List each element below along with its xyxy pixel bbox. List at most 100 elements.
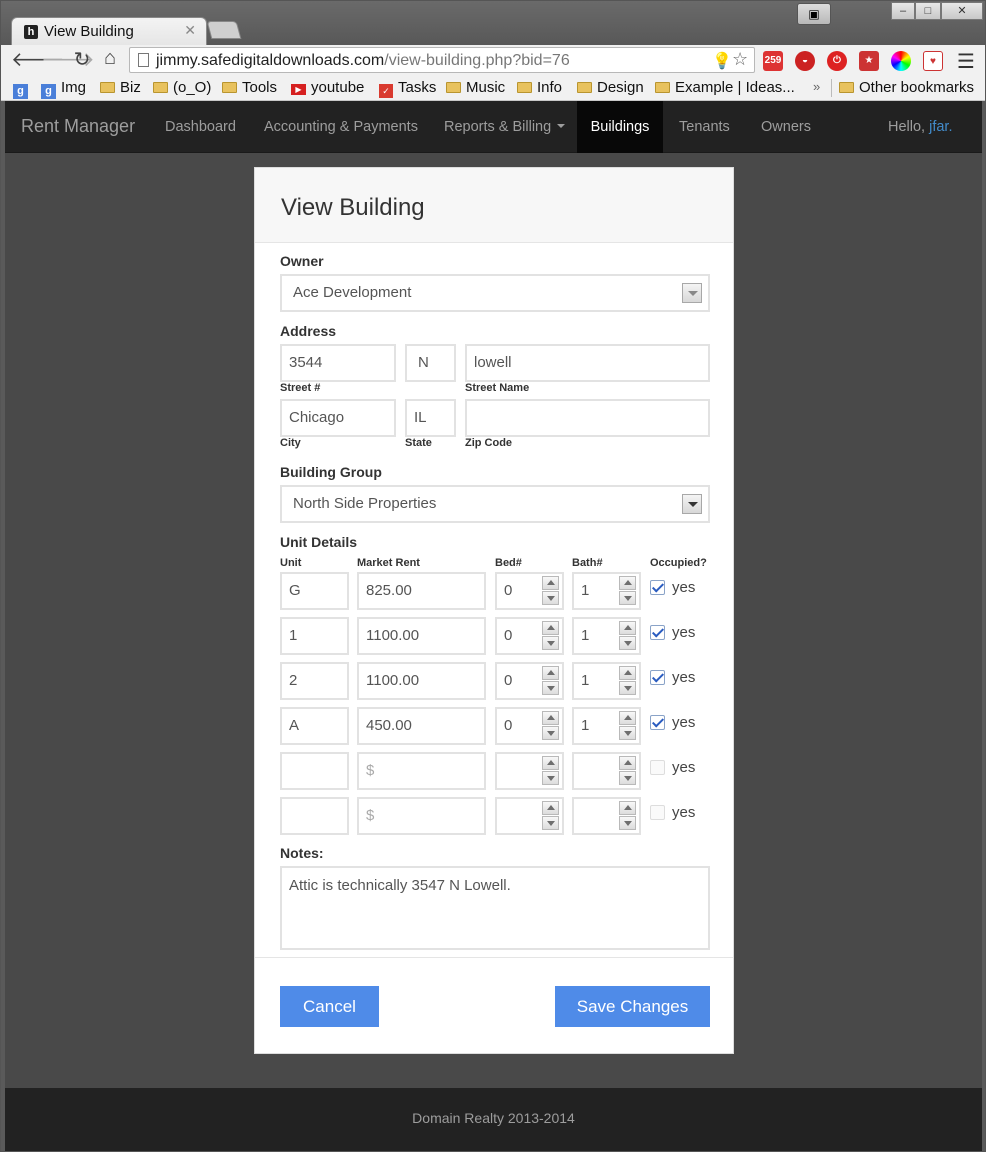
spinner[interactable] [619, 801, 636, 831]
spin-down-icon[interactable] [542, 591, 559, 605]
spin-up-icon[interactable] [542, 711, 559, 725]
bookmark-info[interactable]: Info [517, 79, 562, 96]
address-bar[interactable]: jimmy.safedigitaldownloads.com/view-buil… [129, 47, 755, 73]
spin-down-icon[interactable] [542, 816, 559, 830]
star-icon[interactable]: ☆ [732, 49, 748, 70]
user-link[interactable]: jfar. [929, 119, 952, 135]
unit-input[interactable]: 2 [280, 662, 349, 700]
zip-input[interactable] [465, 399, 710, 437]
bookmark-o-o[interactable]: (o_O) [153, 79, 211, 96]
occupied-checkbox[interactable] [650, 715, 665, 730]
market-rent-input[interactable]: 1100.00 [357, 662, 486, 700]
spinner[interactable] [542, 576, 559, 606]
bulb-icon[interactable]: 💡 [712, 51, 732, 71]
bed-stepper[interactable]: 0 [495, 662, 564, 700]
close-window-button[interactable]: ✕ [941, 2, 983, 20]
city-input[interactable]: Chicago [280, 399, 396, 437]
bath-stepper[interactable] [572, 797, 641, 835]
bed-stepper[interactable]: 0 [495, 572, 564, 610]
unit-input[interactable]: G [280, 572, 349, 610]
minimize-button[interactable]: – [891, 2, 915, 20]
notes-textarea[interactable]: Attic is technically 3547 N Lowell. [280, 866, 710, 950]
spin-up-icon[interactable] [542, 666, 559, 680]
market-rent-input[interactable]: 825.00 [357, 572, 486, 610]
state-input[interactable]: IL [405, 399, 456, 437]
bookmark-tasks[interactable]: ✓ Tasks [379, 79, 436, 98]
spin-up-icon[interactable] [619, 666, 636, 680]
market-rent-input[interactable]: 1100.00 [357, 617, 486, 655]
market-rent-input[interactable]: 450.00 [357, 707, 486, 745]
brand-logo[interactable]: Rent Manager [21, 116, 135, 137]
nav-tenants[interactable]: Tenants [679, 101, 730, 153]
spin-up-icon[interactable] [542, 576, 559, 590]
street-number-input[interactable]: 3544 [280, 344, 396, 382]
nav-dashboard[interactable]: Dashboard [165, 101, 236, 153]
bookmark-extension-icon[interactable]: ★ [859, 51, 879, 71]
home-icon[interactable]: ⌂ [99, 47, 121, 70]
spin-down-icon[interactable] [619, 591, 636, 605]
reload-icon[interactable]: ↻ [71, 47, 93, 72]
spinner[interactable] [619, 756, 636, 786]
unit-input[interactable]: 1 [280, 617, 349, 655]
other-bookmarks[interactable]: Other bookmarks [839, 79, 974, 96]
spin-up-icon[interactable] [542, 801, 559, 815]
browser-tab[interactable]: h View Building ✕ [11, 17, 207, 45]
spin-up-icon[interactable] [619, 576, 636, 590]
spin-down-icon[interactable] [542, 636, 559, 650]
direction-input[interactable]: N [405, 344, 456, 382]
owner-select[interactable]: Ace Development [280, 274, 710, 312]
extension-red-icon[interactable]: ◒ [795, 51, 815, 71]
tab-close-icon[interactable]: ✕ [184, 22, 196, 39]
new-tab-button[interactable] [206, 21, 242, 39]
bath-stepper[interactable]: 1 [572, 572, 641, 610]
cancel-button[interactable]: Cancel [280, 986, 379, 1027]
bath-stepper[interactable]: 1 [572, 662, 641, 700]
occupied-checkbox[interactable] [650, 760, 665, 775]
unit-input[interactable]: A [280, 707, 349, 745]
bath-stepper[interactable]: 1 [572, 617, 641, 655]
spin-down-icon[interactable] [619, 816, 636, 830]
building-group-select[interactable]: North Side Properties [280, 485, 710, 523]
occupied-checkbox[interactable] [650, 580, 665, 595]
spinner[interactable] [542, 801, 559, 831]
spinner[interactable] [542, 756, 559, 786]
spinner[interactable] [619, 621, 636, 651]
bath-stepper[interactable] [572, 752, 641, 790]
bookmark-design[interactable]: Design [577, 79, 644, 96]
screen-mode-icon[interactable]: ▣ [797, 3, 831, 25]
bed-stepper[interactable] [495, 797, 564, 835]
spinner[interactable] [619, 666, 636, 696]
spin-up-icon[interactable] [619, 621, 636, 635]
nav-owners[interactable]: Owners [761, 101, 811, 153]
occupied-checkbox[interactable] [650, 805, 665, 820]
heart-extension-icon[interactable]: ♥ [923, 51, 943, 71]
occupied-checkbox[interactable] [650, 670, 665, 685]
spin-down-icon[interactable] [542, 726, 559, 740]
gmail-extension-icon[interactable]: 259 [763, 51, 783, 71]
spin-down-icon[interactable] [619, 771, 636, 785]
bookmark-example-ideas[interactable]: Example | Ideas... [655, 79, 795, 96]
spinner[interactable] [619, 711, 636, 741]
spin-down-icon[interactable] [619, 726, 636, 740]
street-name-input[interactable]: lowell [465, 344, 710, 382]
spinner[interactable] [619, 576, 636, 606]
bed-stepper[interactable]: 0 [495, 617, 564, 655]
spinner[interactable] [542, 621, 559, 651]
color-picker-icon[interactable] [891, 51, 911, 71]
spin-down-icon[interactable] [542, 771, 559, 785]
maximize-button[interactable]: □ [915, 2, 941, 20]
unit-input[interactable] [280, 752, 349, 790]
spin-up-icon[interactable] [542, 621, 559, 635]
forward-arrow-icon[interactable]: 🡒 [41, 47, 95, 72]
bookmark-tools[interactable]: Tools [222, 79, 277, 96]
save-changes-button[interactable]: Save Changes [555, 986, 710, 1027]
spinner[interactable] [542, 666, 559, 696]
nav-accounting-payments[interactable]: Accounting & Payments [264, 101, 418, 153]
nav-reports-billing[interactable]: Reports & Billing [444, 101, 566, 153]
bed-stepper[interactable] [495, 752, 564, 790]
occupied-checkbox[interactable] [650, 625, 665, 640]
nav-buildings[interactable]: Buildings [577, 101, 663, 153]
power-extension-icon[interactable]: ⏻ [827, 51, 847, 71]
spin-up-icon[interactable] [619, 711, 636, 725]
bookmark-youtube[interactable]: ▶ youtube [291, 79, 364, 96]
